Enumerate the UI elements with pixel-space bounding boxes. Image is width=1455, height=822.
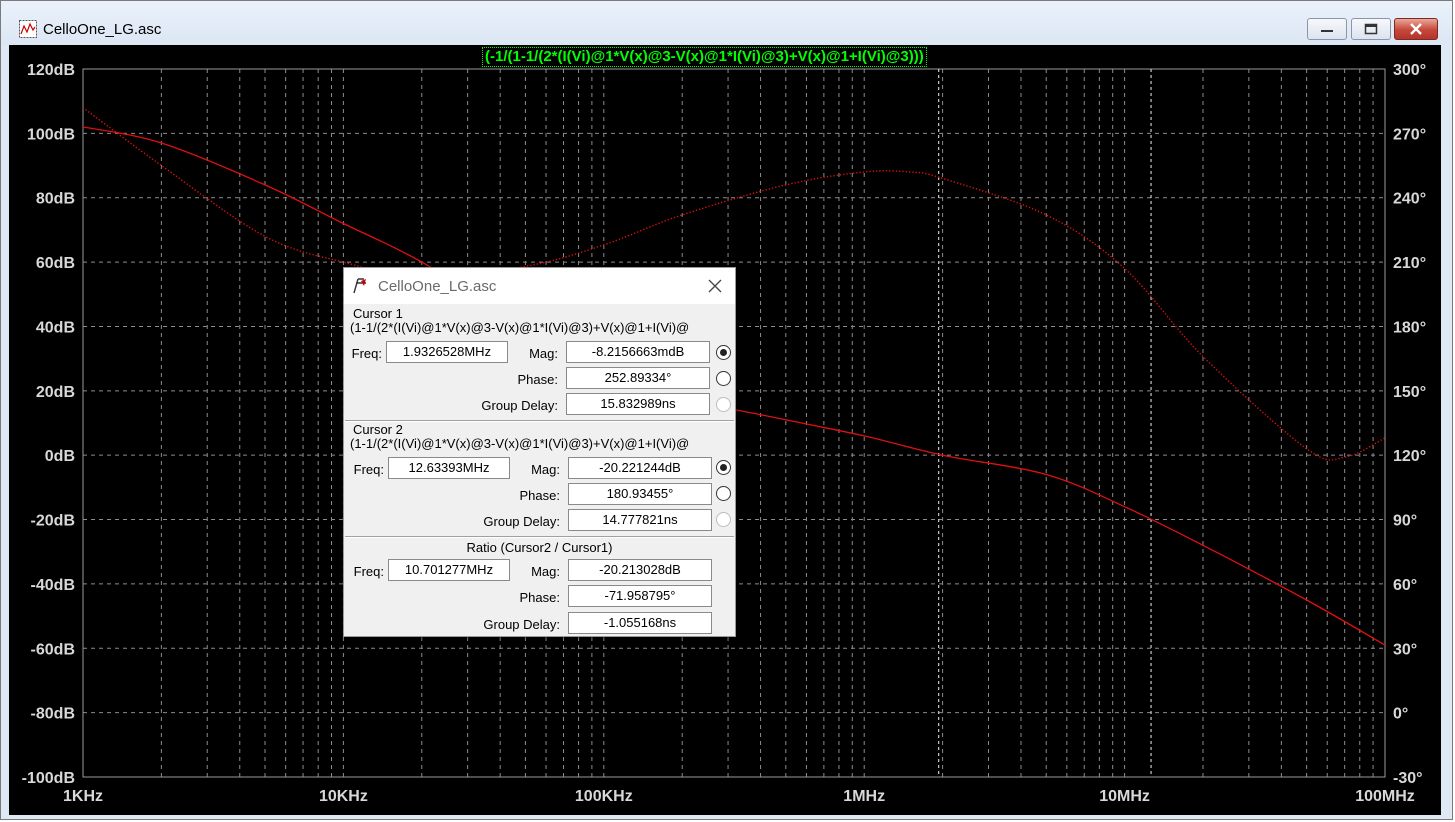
ratio-phase-field[interactable]: -71.958795° bbox=[568, 585, 712, 607]
y-right-tick-label: 240° bbox=[1393, 191, 1426, 208]
y-left-tick-label: -60dB bbox=[31, 641, 75, 658]
cursor-app-icon bbox=[353, 278, 366, 294]
cursor1-group-delay-radio[interactable] bbox=[716, 397, 731, 412]
y-right-tick-label: 90° bbox=[1393, 513, 1417, 530]
cursor-layer bbox=[938, 69, 1152, 777]
cursor2-expression: (1-1/(2*(I(Vi)@1*V(x)@3-V(x)@1*I(Vi)@3)+… bbox=[350, 436, 690, 451]
x-tick-label: 10MHz bbox=[1099, 788, 1150, 805]
maximize-icon bbox=[1364, 23, 1378, 35]
waveform-app-icon bbox=[19, 20, 37, 38]
section-divider bbox=[345, 420, 734, 422]
x-tick-label: 100KHz bbox=[575, 788, 633, 805]
y-left-tick-label: 20dB bbox=[36, 384, 75, 401]
dialog-close-icon[interactable] bbox=[706, 277, 724, 295]
ratio-freq-field[interactable]: 10.701277MHz bbox=[388, 559, 510, 581]
radio-selected-dot bbox=[720, 349, 727, 356]
cursor1-mag-radio[interactable] bbox=[716, 345, 731, 360]
y-right-tick-label: 30° bbox=[1393, 641, 1417, 658]
cursor2-group-delay-label: Group Delay: bbox=[483, 514, 560, 529]
cursor1-group-delay-field[interactable]: 15.832989ns bbox=[566, 393, 710, 415]
close-button[interactable] bbox=[1394, 18, 1438, 40]
ratio-mag-label: Mag: bbox=[531, 564, 560, 579]
y-right-tick-label: 0° bbox=[1393, 706, 1408, 723]
cursor2-title: Cursor 2 bbox=[353, 422, 403, 437]
y-left-tick-label: 80dB bbox=[36, 191, 75, 208]
ratio-title: Ratio (Cursor2 / Cursor1) bbox=[466, 540, 613, 555]
cursor2-group-delay-radio[interactable] bbox=[716, 512, 731, 527]
minimize-icon bbox=[1321, 30, 1333, 32]
cursor2-mag-radio[interactable] bbox=[716, 460, 731, 475]
cursor1-freq-field[interactable]: 1.9326528MHz bbox=[386, 341, 508, 363]
cursor1-phase-radio[interactable] bbox=[716, 371, 731, 386]
y-right-tick-label: 180° bbox=[1393, 319, 1426, 336]
trace-expression-label[interactable]: (-1/(1-1/(2*(I(Vi)@1*V(x)@3-V(x)@1*I(Vi)… bbox=[482, 47, 927, 67]
cursor1-group-delay-label: Group Delay: bbox=[481, 398, 558, 413]
cursor1-mag-label: Mag: bbox=[529, 346, 558, 361]
cursor2-mag-field[interactable]: -20.221244dB bbox=[568, 457, 712, 479]
section-divider bbox=[345, 536, 734, 538]
x-tick-label: 10KHz bbox=[319, 788, 368, 805]
y-left-tick-label: 0dB bbox=[45, 448, 75, 465]
y-left-tick-label: 120dB bbox=[27, 62, 75, 79]
minimize-button[interactable] bbox=[1307, 18, 1347, 40]
cursor1-expression: (1-1/(2*(I(Vi)@1*V(x)@3-V(x)@1*I(Vi)@3)+… bbox=[350, 320, 690, 335]
ratio-freq-label: Freq: bbox=[353, 564, 384, 579]
maximize-button[interactable] bbox=[1351, 18, 1391, 40]
window-title: CelloOne_LG.asc bbox=[43, 21, 162, 38]
x-tick-label: 1MHz bbox=[843, 788, 885, 805]
ratio-mag-field[interactable]: -20.213028dB bbox=[568, 559, 712, 581]
y-left-tick-label: 100dB bbox=[27, 126, 75, 143]
y-right-tick-label: 120° bbox=[1393, 448, 1426, 465]
ratio-phase-label: Phase: bbox=[519, 590, 560, 605]
cursor2-group-delay-field[interactable]: 14.777821ns bbox=[568, 509, 712, 531]
cursor1-phase-field[interactable]: 252.89334° bbox=[566, 367, 710, 389]
y-right-tick-label: 60° bbox=[1393, 577, 1417, 594]
radio-selected-dot bbox=[720, 464, 727, 471]
x-tick-label: 1KHz bbox=[63, 788, 103, 805]
y-right-tick-label: 150° bbox=[1393, 384, 1426, 401]
cursor1-title: Cursor 1 bbox=[353, 306, 403, 321]
cursor1-phase-label: Phase: bbox=[517, 372, 558, 387]
y-right-tick-label: 300° bbox=[1393, 62, 1426, 79]
y-left-tick-label: -20dB bbox=[31, 513, 75, 530]
ratio-group-delay-field[interactable]: -1.055168ns bbox=[568, 612, 712, 634]
y-left-tick-label: -80dB bbox=[31, 706, 75, 723]
cursor2-mag-label: Mag: bbox=[531, 462, 560, 477]
cursor1-freq-label: Freq: bbox=[351, 346, 382, 361]
cursor2-freq-label: Freq: bbox=[353, 462, 384, 477]
cursor-readout-dialog: CelloOne_LG.asc Cursor 1 (1-1/(2*(I(Vi)@… bbox=[343, 267, 736, 637]
cursor2-phase-field[interactable]: 180.93455° bbox=[568, 483, 712, 505]
y-left-tick-label: -100dB bbox=[22, 770, 75, 787]
cursor1-mag-field[interactable]: -8.2156663mdB bbox=[566, 341, 710, 363]
dialog-title: CelloOne_LG.asc bbox=[378, 278, 497, 295]
cursor2-freq-field[interactable]: 12.63393MHz bbox=[388, 457, 510, 479]
close-icon bbox=[1410, 23, 1422, 35]
cursor2-phase-label: Phase: bbox=[519, 488, 560, 503]
dialog-title-bar[interactable]: CelloOne_LG.asc bbox=[344, 268, 735, 304]
y-left-tick-label: 40dB bbox=[36, 319, 75, 336]
y-right-tick-label: 270° bbox=[1393, 126, 1426, 143]
x-tick-label: 100MHz bbox=[1355, 788, 1415, 805]
title-bar[interactable]: CelloOne_LG.asc bbox=[1, 1, 1452, 45]
cursor2-phase-radio[interactable] bbox=[716, 486, 731, 501]
y-right-tick-label: -30° bbox=[1393, 770, 1423, 787]
y-left-tick-label: 60dB bbox=[36, 255, 75, 272]
y-left-tick-label: -40dB bbox=[31, 577, 75, 594]
y-right-tick-label: 210° bbox=[1393, 255, 1426, 272]
ratio-group-delay-label: Group Delay: bbox=[483, 617, 560, 632]
